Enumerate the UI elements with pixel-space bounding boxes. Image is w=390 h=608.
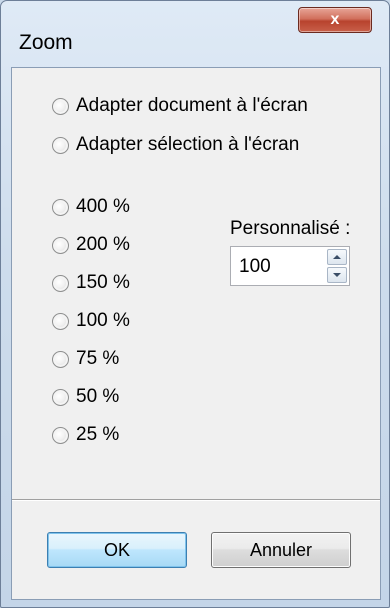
- separator: [12, 499, 380, 501]
- radio-label: 75 %: [76, 348, 120, 369]
- radio-button-icon: [52, 236, 69, 254]
- radio-zoom-50[interactable]: 50 %: [52, 386, 119, 408]
- radio-button-icon: [52, 426, 69, 444]
- radio-fit-document[interactable]: Adapter document à l'écran: [52, 95, 308, 117]
- radio-label: 100 %: [76, 310, 130, 331]
- custom-zoom-input[interactable]: 100: [239, 256, 271, 278]
- cancel-button[interactable]: Annuler: [211, 532, 351, 568]
- radio-button-icon: [52, 136, 69, 154]
- arrow-up-icon: [333, 255, 341, 259]
- radio-button-icon: [52, 312, 69, 330]
- radio-label: 200 %: [76, 234, 130, 255]
- radio-label: Adapter sélection à l'écran: [76, 134, 300, 155]
- radio-zoom-75[interactable]: 75 %: [52, 348, 119, 370]
- close-button[interactable]: x: [298, 7, 372, 33]
- custom-zoom-label: Personnalisé :: [230, 218, 351, 239]
- radio-zoom-200[interactable]: 200 %: [52, 234, 130, 256]
- radio-label: 25 %: [76, 424, 120, 445]
- radio-zoom-400[interactable]: 400 %: [52, 196, 130, 218]
- radio-label: 150 %: [76, 272, 130, 293]
- radio-zoom-150[interactable]: 150 %: [52, 272, 130, 294]
- spin-down-button[interactable]: [327, 267, 347, 283]
- dialog-title: Zoom: [19, 31, 73, 54]
- radio-button-icon: [52, 350, 69, 368]
- radio-button-icon: [52, 274, 69, 292]
- spin-buttons: [327, 249, 347, 283]
- radio-label: 400 %: [76, 196, 130, 217]
- arrow-down-icon: [333, 273, 341, 277]
- radio-button-icon: [52, 97, 69, 115]
- radio-fit-selection[interactable]: Adapter sélection à l'écran: [52, 134, 299, 156]
- radio-label: Adapter document à l'écran: [76, 95, 308, 116]
- spin-up-button[interactable]: [327, 249, 347, 265]
- radio-button-icon: [52, 388, 69, 406]
- radio-zoom-25[interactable]: 25 %: [52, 424, 119, 446]
- radio-label: 50 %: [76, 386, 120, 407]
- radio-button-icon: [52, 198, 69, 216]
- custom-zoom-stepper[interactable]: 100: [230, 246, 350, 286]
- ok-button[interactable]: OK: [47, 532, 187, 568]
- radio-zoom-100[interactable]: 100 %: [52, 310, 130, 332]
- zoom-dialog: Zoom x Adapter document à l'écran Adapte…: [0, 0, 390, 608]
- dialog-body: Adapter document à l'écran Adapter sélec…: [11, 67, 381, 600]
- close-icon: x: [330, 11, 340, 28]
